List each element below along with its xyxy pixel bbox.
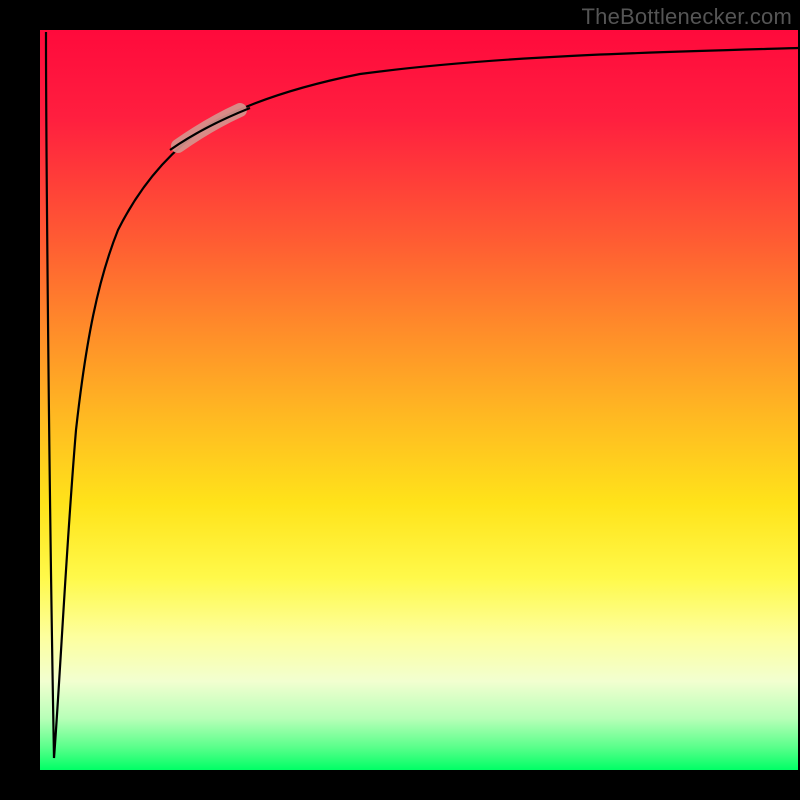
curve-layer bbox=[40, 30, 798, 770]
plot-area bbox=[40, 30, 798, 770]
chart-frame: TheBottlenecker.com bbox=[0, 0, 800, 800]
bottleneck-curve bbox=[46, 32, 798, 758]
attribution-text: TheBottlenecker.com bbox=[582, 4, 792, 30]
